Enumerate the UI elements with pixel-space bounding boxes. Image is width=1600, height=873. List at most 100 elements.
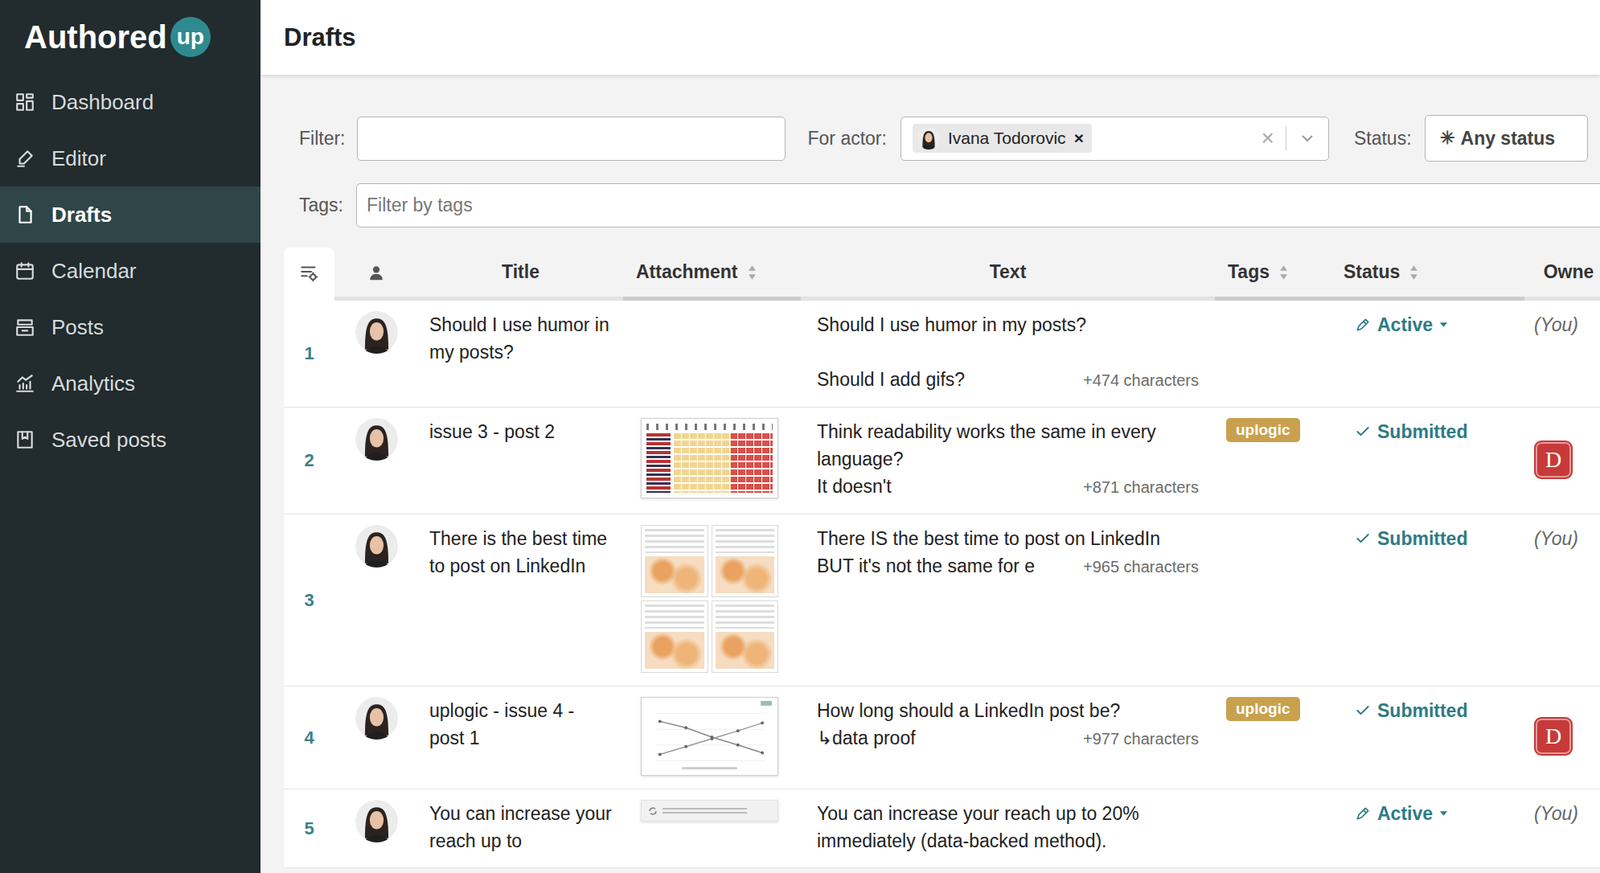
actor-column-header <box>334 247 419 301</box>
sidebar-nav: DashboardEditorDraftsCalendar Posts Analyt… <box>0 73 261 468</box>
tag-badge[interactable]: uplogic <box>1226 418 1301 443</box>
actor-label: For actor: <box>808 127 887 150</box>
attachment-thumbnail[interactable] <box>640 418 779 499</box>
owner-cell: (You) <box>1524 789 1600 868</box>
status-cell: Submitted <box>1330 686 1525 789</box>
text-cell: Think readability works the same in ever… <box>800 407 1215 514</box>
attachment-cell <box>623 686 801 789</box>
table-row[interactable]: 3There is the best time to post on Linke… <box>283 514 1600 687</box>
column-header: Owne <box>1524 247 1600 301</box>
sort-icon[interactable] <box>747 263 757 282</box>
document-icon <box>14 204 36 226</box>
table-row[interactable]: 5You can increase your reach up toYou ca… <box>283 789 1600 869</box>
avatar-icon <box>355 311 398 354</box>
owner-avatar[interactable]: D <box>1534 440 1573 480</box>
actor-chip: Ivana Todorovic× <box>912 123 1092 153</box>
caret-down-icon[interactable] <box>1439 321 1449 329</box>
page-header: Drafts <box>260 0 1600 75</box>
text-line-content: Should I use humor in my posts? <box>816 311 1087 339</box>
attachment-thumbnail[interactable] <box>640 600 709 673</box>
thumbnail-header <box>715 604 776 629</box>
tags-input[interactable] <box>356 183 1600 228</box>
column-header-label: Text <box>989 261 1027 284</box>
filter-input[interactable] <box>356 116 786 161</box>
sidebar-item[interactable]: Analytics <box>0 355 261 412</box>
thumbnail-heatmap <box>715 556 776 594</box>
owner-avatar[interactable]: D <box>1534 717 1573 756</box>
tags-row: Tags: <box>299 183 1600 228</box>
attachment-gallery[interactable] <box>640 525 779 673</box>
chevron-down-icon[interactable] <box>1299 130 1316 147</box>
text-line: immediately (data-backed method). <box>816 827 1199 855</box>
thumbnail-header <box>715 529 776 554</box>
thumbnail-flags <box>646 433 671 493</box>
text-line-content: There IS the best time to post on Linked… <box>816 525 1161 553</box>
title-cell: You can increase your reach up to <box>418 789 624 868</box>
column-header-label: Tags <box>1227 261 1270 284</box>
text-line-content: You can increase your reach up to 20% <box>816 800 1140 828</box>
pen-icon <box>1354 805 1371 822</box>
column-header[interactable]: Attachment <box>623 247 801 301</box>
status-badge: Submitted <box>1354 697 1468 725</box>
select-separator <box>1285 126 1287 151</box>
person-icon <box>367 263 386 282</box>
status-cell: Active <box>1330 300 1525 407</box>
tag-badge[interactable]: uplogic <box>1226 697 1301 722</box>
sidebar-item[interactable]: Dashboard <box>0 73 261 131</box>
sort-icon[interactable] <box>1279 263 1289 282</box>
table-row[interactable]: 1Should I use humor in my posts?Should I… <box>283 300 1600 408</box>
row-number: 1 <box>283 300 335 407</box>
column-header-label: Title <box>501 261 540 284</box>
table-row[interactable]: 4uplogic - issue 4 - post 1How long shou… <box>283 686 1600 790</box>
actor-chip-remove[interactable]: × <box>1074 128 1084 148</box>
table-row[interactable]: 2issue 3 - post 2Think readability works… <box>283 407 1600 515</box>
tags-cell: uplogic <box>1214 407 1331 514</box>
actor-cell <box>334 514 419 686</box>
owner-cell: D <box>1524 407 1600 514</box>
owner-label: (You) <box>1534 311 1579 339</box>
line-chart-icon <box>641 697 778 776</box>
sidebar: AuthoredupDashboardEditorDraftsCalendar P… <box>0 0 261 873</box>
column-header[interactable]: Status <box>1330 247 1525 301</box>
actor-cell <box>334 407 419 514</box>
sidebar-item[interactable]: Editor <box>0 130 261 187</box>
caret-down-icon[interactable] <box>1439 810 1449 817</box>
attachment-cell <box>623 514 801 686</box>
status-label: Status: <box>1353 127 1412 150</box>
attachment-thumbnail[interactable] <box>711 525 780 598</box>
actor-cell <box>334 686 419 789</box>
sort-icon[interactable] <box>1409 263 1419 282</box>
attachment-thumbnail[interactable] <box>711 600 780 673</box>
sidebar-item-label: Posts <box>51 315 104 341</box>
status-badge[interactable]: Active <box>1354 311 1449 339</box>
actor-clear[interactable]: × <box>1250 125 1286 152</box>
text-line-content: immediately (data-backed method). <box>816 827 1108 855</box>
column-settings[interactable] <box>283 247 335 301</box>
title-cell: There is the best time to post on Linked… <box>418 514 624 686</box>
chart-icon <box>14 373 36 394</box>
more-characters: +965 characters <box>1083 553 1199 581</box>
attachment-thumbnail[interactable] <box>640 697 779 776</box>
logo[interactable]: Authoredup <box>0 0 261 74</box>
thumbnail-heatmap <box>644 631 705 669</box>
column-header[interactable]: Tags <box>1214 247 1331 301</box>
filter-label: Filter: <box>299 127 346 150</box>
grid-icon <box>14 91 36 113</box>
status-label: Submitted <box>1377 697 1468 725</box>
status-filter-button[interactable]: ✳Any status <box>1424 114 1589 162</box>
sidebar-item[interactable]: Posts <box>0 299 261 356</box>
status-cell: Submitted <box>1330 407 1525 514</box>
actor-select[interactable]: Ivana Todorovic×× <box>900 116 1330 161</box>
thumbnail-grid <box>646 433 773 493</box>
logo-word: Authored <box>24 19 168 56</box>
sidebar-item[interactable]: Calendar <box>0 242 261 300</box>
title-cell: issue 3 - post 2 <box>418 407 624 514</box>
attachment-thumbnail[interactable] <box>640 525 709 598</box>
sidebar-item[interactable]: Drafts <box>0 186 261 243</box>
attachment-thumbnail[interactable] <box>640 800 779 822</box>
column-header: Text <box>800 247 1215 301</box>
sidebar-item[interactable]: Saved posts <box>0 411 261 468</box>
status-badge[interactable]: Active <box>1354 800 1449 828</box>
page-title: Drafts <box>283 23 357 53</box>
